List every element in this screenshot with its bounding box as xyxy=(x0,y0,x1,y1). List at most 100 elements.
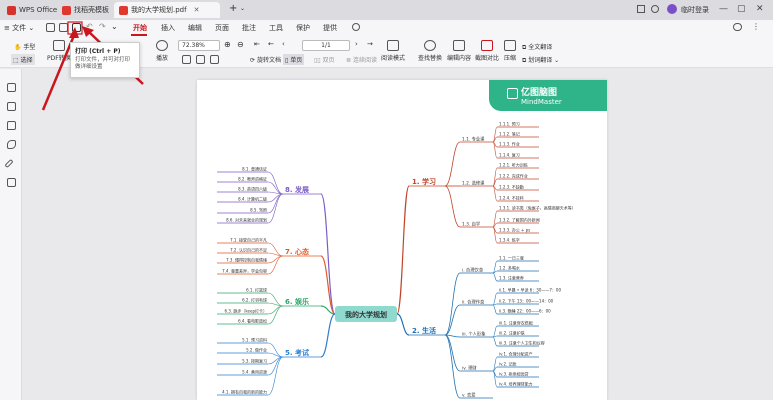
branch-life-leaf-label: ii.2. 下午 13：00——14：00 xyxy=(499,298,554,304)
branch-develop-leaf-label: 8.1. 普通话证 xyxy=(242,166,267,172)
zoom-select[interactable]: 72.38% xyxy=(178,40,220,51)
mindmaster-banner: 亿图脑图 MindMaster xyxy=(489,80,607,111)
branch-fun-leaf-label: 6.1. 打篮球 xyxy=(246,287,267,293)
window-layout-icon[interactable] xyxy=(637,5,645,13)
single-page-button[interactable]: ▯ 单页 xyxy=(283,54,305,65)
book-icon xyxy=(387,40,399,51)
branch-exam-leaf-label: 5.4. 善用资源 xyxy=(242,369,267,375)
full-translate-button[interactable]: ⧉ 全文翻译 xyxy=(522,42,552,52)
branch-study-leaf-label: 1.3.2. 了解国内外新闻 xyxy=(499,217,540,223)
branch-study-leaf-label: 1.1.1. 预习 xyxy=(499,121,520,127)
save-icon[interactable] xyxy=(59,23,68,32)
layers-icon[interactable] xyxy=(7,178,16,187)
tab-wps-office[interactable]: WPS Office xyxy=(2,2,62,18)
pen-icon[interactable] xyxy=(4,158,14,169)
page-number-input[interactable]: 1/1 xyxy=(302,40,350,51)
compress-button[interactable]: 压缩 xyxy=(504,40,516,62)
tab-label: 我的大学规划.pdf xyxy=(131,6,187,14)
edit-content-button[interactable]: 编辑内容 xyxy=(447,40,471,62)
minimize-icon[interactable]: — xyxy=(719,4,728,14)
branch-life-sub-label: iv. 理财 xyxy=(462,365,477,372)
zoom-in-icon[interactable]: ⊕ xyxy=(224,40,231,49)
pdf-page: 亿图脑图 MindMaster 我的大学规划 1. 学习 1.1. 专业课 1.1.1… xyxy=(197,80,607,400)
read-mode-button[interactable]: 阅读模式 xyxy=(381,40,405,62)
pdf-convert-button[interactable]: PDF转换 xyxy=(47,40,71,62)
hand-tool-button[interactable]: ✋ 手型 xyxy=(14,42,35,51)
menu-tools[interactable]: 工具 xyxy=(269,23,283,33)
tab-template[interactable]: 找稻壳模板 xyxy=(57,2,114,18)
play-button[interactable]: 播放 xyxy=(156,40,168,62)
menu-insert[interactable]: 插入 xyxy=(161,23,175,33)
redo-icon[interactable]: ↷ xyxy=(99,22,106,31)
double-page-button[interactable]: ▯▯ 双页 xyxy=(314,55,335,64)
new-tab-button[interactable]: + xyxy=(229,3,237,14)
file-menu[interactable]: ≡ 文件 ⌄ xyxy=(4,23,34,33)
grid-icon[interactable] xyxy=(651,5,659,13)
branch-life-sub-link xyxy=(444,272,461,336)
zoom-out-icon[interactable]: ⊖ xyxy=(237,40,244,49)
branch-exam-leaf-label: 4.1. 拥有自我的新的能力 xyxy=(222,389,267,395)
search-icon[interactable] xyxy=(352,23,360,31)
mindmaster-logo-icon xyxy=(507,88,518,99)
branch-life-leaf-label: 1.1. 一日三餐 xyxy=(499,255,524,261)
menu-start[interactable]: 开始 xyxy=(133,23,147,33)
branch-study-sub-label: 1.1. 专业课 xyxy=(462,136,485,143)
branch-develop-link xyxy=(320,193,336,315)
screenshot-compare-button[interactable]: 截图对比 xyxy=(475,40,499,62)
word-translate-button[interactable]: ⧉ 划词翻译 ⌄ xyxy=(522,55,559,65)
bookmark-icon[interactable] xyxy=(7,83,16,92)
branch-mind-leaf-label: 7.1. 接受自己的平凡 xyxy=(230,237,267,243)
banner-cn: 亿图脑图 xyxy=(521,88,558,98)
menu-page[interactable]: 页面 xyxy=(215,23,229,33)
cloud-icon[interactable] xyxy=(733,23,742,31)
first-page-icon[interactable]: ⇤ xyxy=(254,40,260,48)
close-window-icon[interactable]: ✕ xyxy=(756,4,764,14)
branch-study-leaf-label: 1.2.2. 完成作业 xyxy=(499,173,528,179)
tab-dropdown-icon[interactable]: ⌄ xyxy=(240,5,245,12)
comment-icon[interactable] xyxy=(7,121,16,130)
branch-exam-label: 5. 考试 xyxy=(285,348,309,357)
open-folder-icon[interactable] xyxy=(46,23,55,32)
login-label[interactable]: 临时登录 xyxy=(681,5,709,15)
menu-protect[interactable]: 保护 xyxy=(296,23,310,33)
branch-life-leaf-link xyxy=(492,292,498,306)
select-tool-button[interactable]: ⬚ 选择 xyxy=(11,54,35,65)
more-dropdown-icon[interactable]: ⌄ xyxy=(111,22,118,31)
branch-develop-leaf-label: 8.5. 驾照 xyxy=(250,207,267,213)
next-page-icon[interactable]: → xyxy=(367,40,373,48)
prev-icon[interactable]: ‹ xyxy=(282,40,285,48)
left-sidebar xyxy=(0,69,22,400)
branch-exam-leaf-label: 5.2. 做作业 xyxy=(246,347,267,353)
branch-exam-leaf-label: 5.3. 按期复习 xyxy=(242,358,267,364)
branch-study-sub-label: 1.2. 选修课 xyxy=(462,180,485,187)
more-options-icon[interactable]: ⋮ xyxy=(752,22,760,31)
avatar[interactable] xyxy=(667,4,677,14)
next-icon[interactable]: › xyxy=(355,40,358,48)
branch-life-sub-label: iii. 个人形象 xyxy=(462,331,486,338)
maximize-icon[interactable]: ▢ xyxy=(737,4,746,14)
branch-exam-leaf-link xyxy=(267,356,284,396)
menu-annotate[interactable]: 批注 xyxy=(242,23,256,33)
prev-page-icon[interactable]: ← xyxy=(268,40,274,48)
rotate-button[interactable]: ⟳ 旋转文档 xyxy=(250,55,281,64)
fit-width-icon[interactable] xyxy=(182,55,191,64)
tag-icon[interactable] xyxy=(7,140,16,149)
menu-edit[interactable]: 编辑 xyxy=(188,23,202,33)
fit-page-icon[interactable] xyxy=(196,55,205,64)
title-bar: WPS Office 找稻壳模板 我的大学规划.pdf ✕ + ⌄ 临时登录 —… xyxy=(0,0,773,20)
thumbnail-icon[interactable] xyxy=(7,102,16,111)
tab-document[interactable]: 我的大学规划.pdf ✕ xyxy=(114,2,220,18)
print-icon[interactable] xyxy=(72,23,81,32)
undo-icon[interactable]: ↶ xyxy=(86,22,93,31)
find-icon xyxy=(424,40,436,51)
compress-icon xyxy=(504,40,516,51)
actual-size-icon[interactable] xyxy=(210,55,219,64)
close-tab-icon[interactable]: ✕ xyxy=(194,6,200,14)
branch-life-label: 2. 生活 xyxy=(412,326,436,335)
menu-provide[interactable]: 提供 xyxy=(323,23,337,33)
branch-study-sub-link xyxy=(444,185,461,228)
continuous-read-button[interactable]: ≣ 连续阅读 xyxy=(346,55,377,64)
find-replace-button[interactable]: 查找替换 xyxy=(418,40,442,62)
branch-life-leaf-label: 1.3. 注意营养 xyxy=(499,275,524,281)
pdf-convert-icon xyxy=(52,40,65,51)
